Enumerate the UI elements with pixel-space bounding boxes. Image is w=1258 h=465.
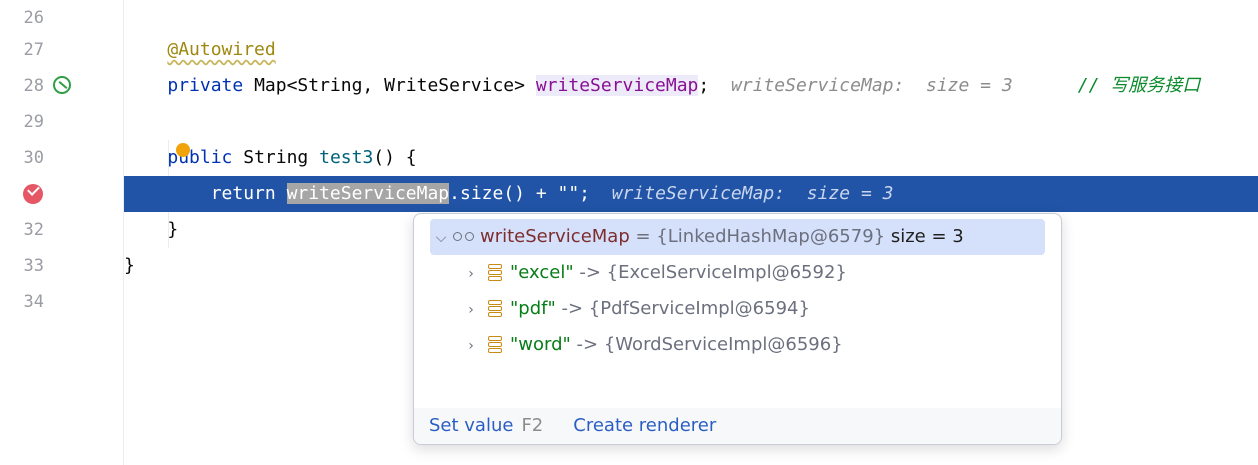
line-number: 32 bbox=[23, 220, 44, 240]
execution-line[interactable]: return writeServiceMap.size() + ""; writ… bbox=[124, 176, 1258, 212]
inline-debug-value: writeServiceMap: size = 3 bbox=[730, 75, 1013, 96]
return-type: String bbox=[243, 147, 309, 168]
keyword-return: return bbox=[210, 183, 276, 204]
line-number: 26 bbox=[23, 8, 44, 28]
code-line-28[interactable]: private Map<String, WriteService> writeS… bbox=[124, 68, 1258, 104]
selected-expression[interactable]: writeServiceMap bbox=[286, 183, 450, 204]
map-entry-row[interactable]: › "pdf" -> {PdfServiceImpl@6594} bbox=[460, 291, 1045, 327]
line-number: 29 bbox=[23, 112, 44, 132]
entry-value: {ExcelServiceImpl@6592} bbox=[606, 262, 847, 283]
check-icon bbox=[27, 183, 40, 196]
chevron-right-icon[interactable]: › bbox=[460, 328, 482, 364]
chevron-right-icon[interactable]: › bbox=[460, 292, 482, 328]
code-comment: // 写服务接口 bbox=[1077, 75, 1201, 96]
entry-key: "excel" bbox=[510, 262, 574, 283]
set-value-shortcut: F2 bbox=[521, 415, 544, 436]
line-number: 30 bbox=[23, 148, 44, 168]
field-name[interactable]: writeServiceMap bbox=[535, 75, 699, 96]
map-entry-row[interactable]: › "word" -> {WordServiceImpl@6596} bbox=[460, 327, 1045, 363]
map-entry-row[interactable]: › "excel" -> {ExcelServiceImpl@6592} bbox=[460, 255, 1045, 291]
field-type: Map<String, WriteService> bbox=[254, 75, 525, 96]
set-value-link[interactable]: Set value bbox=[429, 415, 513, 436]
entry-key: "pdf" bbox=[510, 298, 556, 319]
code-line-30[interactable]: public String test3() { bbox=[124, 140, 1258, 176]
debug-value-popup[interactable]: ⌵ writeServiceMap = {LinkedHashMap@6579} … bbox=[413, 213, 1062, 445]
breakpoint-check-icon[interactable] bbox=[23, 183, 43, 204]
tree-root-row[interactable]: ⌵ writeServiceMap = {LinkedHashMap@6579} … bbox=[430, 219, 1045, 255]
entry-arrow: -> bbox=[561, 298, 584, 319]
watch-glasses-icon bbox=[452, 232, 476, 242]
chevron-down-icon[interactable]: ⌵ bbox=[430, 220, 452, 256]
line-number: 27 bbox=[23, 40, 44, 60]
closing-brace: } bbox=[124, 255, 135, 276]
autowire-gutter-icon[interactable] bbox=[53, 76, 71, 94]
map-entry-icon bbox=[488, 264, 502, 282]
size-label: size = 3 bbox=[890, 226, 964, 247]
closing-brace: } bbox=[167, 219, 179, 240]
entry-value: {PdfServiceImpl@6594} bbox=[588, 298, 810, 319]
line-number: 34 bbox=[23, 292, 44, 312]
equals-sign: = bbox=[635, 226, 651, 247]
keyword-private: private bbox=[167, 75, 244, 96]
line-number: 28 bbox=[23, 76, 44, 96]
intention-bulb-icon[interactable] bbox=[176, 143, 190, 157]
expression-rest: .size() + ""; bbox=[449, 183, 591, 204]
entry-arrow: -> bbox=[576, 334, 599, 355]
inline-debug-value: writeServiceMap: size = 3 bbox=[611, 183, 894, 204]
create-renderer-link[interactable]: Create renderer bbox=[573, 415, 716, 436]
chevron-right-icon[interactable]: › bbox=[460, 256, 482, 292]
popup-footer: Set value F2 Create renderer bbox=[414, 408, 1061, 444]
variable-name: writeServiceMap bbox=[480, 226, 630, 247]
semicolon: ; bbox=[698, 75, 710, 96]
method-name[interactable]: test3 bbox=[319, 147, 373, 168]
line-number: 33 bbox=[23, 256, 44, 276]
code-line-27[interactable]: @Autowired bbox=[124, 32, 1258, 68]
variable-value: {LinkedHashMap@6579} bbox=[656, 226, 886, 247]
map-entry-icon bbox=[488, 336, 502, 354]
entry-key: "word" bbox=[510, 334, 571, 355]
map-entry-icon bbox=[488, 300, 502, 318]
method-signature-rest: () { bbox=[373, 147, 417, 168]
entry-value: {WordServiceImpl@6596} bbox=[603, 334, 843, 355]
annotation: @Autowired bbox=[167, 39, 276, 60]
entry-arrow: -> bbox=[579, 262, 601, 283]
editor-gutter: 26 27 28 29 30 32 33 34 bbox=[0, 0, 124, 465]
